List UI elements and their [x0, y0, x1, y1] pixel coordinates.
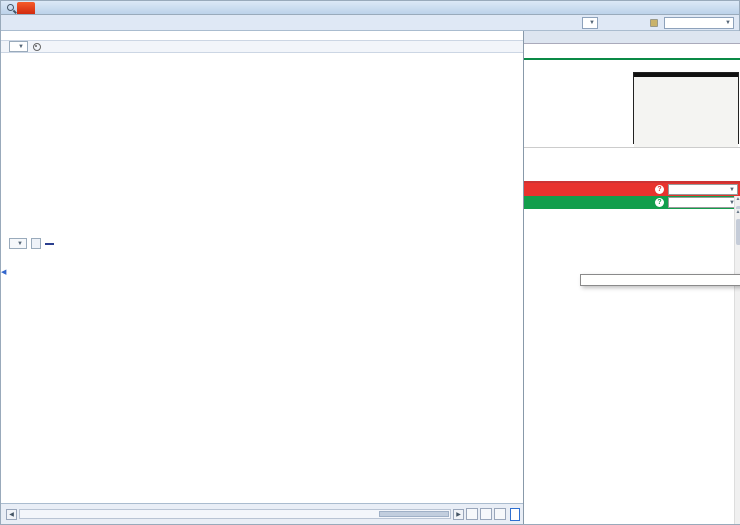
bottom-toolbar: ◀ ▶ — [1, 503, 523, 524]
custom-dropdown[interactable]: ▼ — [9, 41, 28, 53]
magnifier-button[interactable] — [480, 508, 492, 520]
sell-table-scrollbar[interactable]: ▲ — [734, 209, 740, 524]
indicator-filter-row: ▼ — [1, 40, 523, 54]
cumulative-diff-legend — [44, 242, 56, 245]
broker-tooltip — [580, 274, 740, 286]
scrollbar-thumb[interactable] — [379, 511, 449, 517]
stock-header — [524, 44, 740, 60]
help-icon[interactable]: ? — [655, 198, 664, 207]
fundamental-metrics — [524, 148, 740, 183]
toolbar-date-box[interactable] — [510, 507, 520, 521]
search-icon[interactable] — [7, 4, 14, 11]
zoom-out-button[interactable] — [466, 508, 478, 520]
chart-column: ▼ ◀ ▼ ◀ ▶ — [1, 31, 523, 524]
pane2-controls: ▼ — [9, 236, 56, 251]
app-window: ▼ ▼ ▼ ◀ ▼ ◀ ▶ ? ▼ ▲ ? ▼ ▲ — [0, 0, 740, 525]
scroll-left-arrow[interactable]: ◀ — [6, 508, 17, 520]
legend-dash-icon — [44, 242, 54, 245]
sell-filter-dropdown[interactable]: ▼ — [668, 197, 738, 208]
date-select[interactable]: ▼ — [664, 17, 734, 29]
ma-legend — [1, 31, 523, 40]
window-button[interactable] — [30, 238, 41, 249]
sell-table-header: ? ▼ — [524, 196, 740, 209]
gear-icon[interactable] — [32, 42, 41, 51]
buy-table-header: ? ▼ — [524, 183, 740, 196]
price-volume-dropdown[interactable]: ▼ — [9, 238, 27, 249]
ohlc-row — [1, 53, 523, 63]
stat-days-select[interactable]: ▼ — [582, 17, 598, 29]
title-bar — [1, 1, 739, 15]
kline-chart[interactable]: ◀ ▼ — [1, 63, 523, 503]
kline-chart-canvas[interactable] — [1, 63, 523, 503]
stats-block — [524, 60, 740, 148]
help-icon[interactable]: ? — [655, 185, 664, 194]
panel-tabs — [524, 31, 740, 44]
collapse-handle-icon[interactable]: ◀ — [1, 268, 6, 276]
buy-filter-dropdown[interactable]: ▼ — [668, 184, 738, 195]
stock-tab[interactable] — [17, 1, 35, 14]
chart-scrollbar[interactable] — [19, 509, 451, 519]
scroll-right-arrow[interactable]: ▶ — [453, 508, 464, 520]
volume-pane-label — [11, 254, 17, 263]
nav-row: ▼ ▼ — [1, 15, 739, 31]
chip-analysis-panel: ? ▼ ▲ ? ▼ ▲ — [523, 31, 740, 524]
zoom-in-button[interactable] — [494, 508, 506, 520]
today-main-force-box — [633, 72, 739, 147]
calendar-icon[interactable] — [650, 19, 658, 27]
